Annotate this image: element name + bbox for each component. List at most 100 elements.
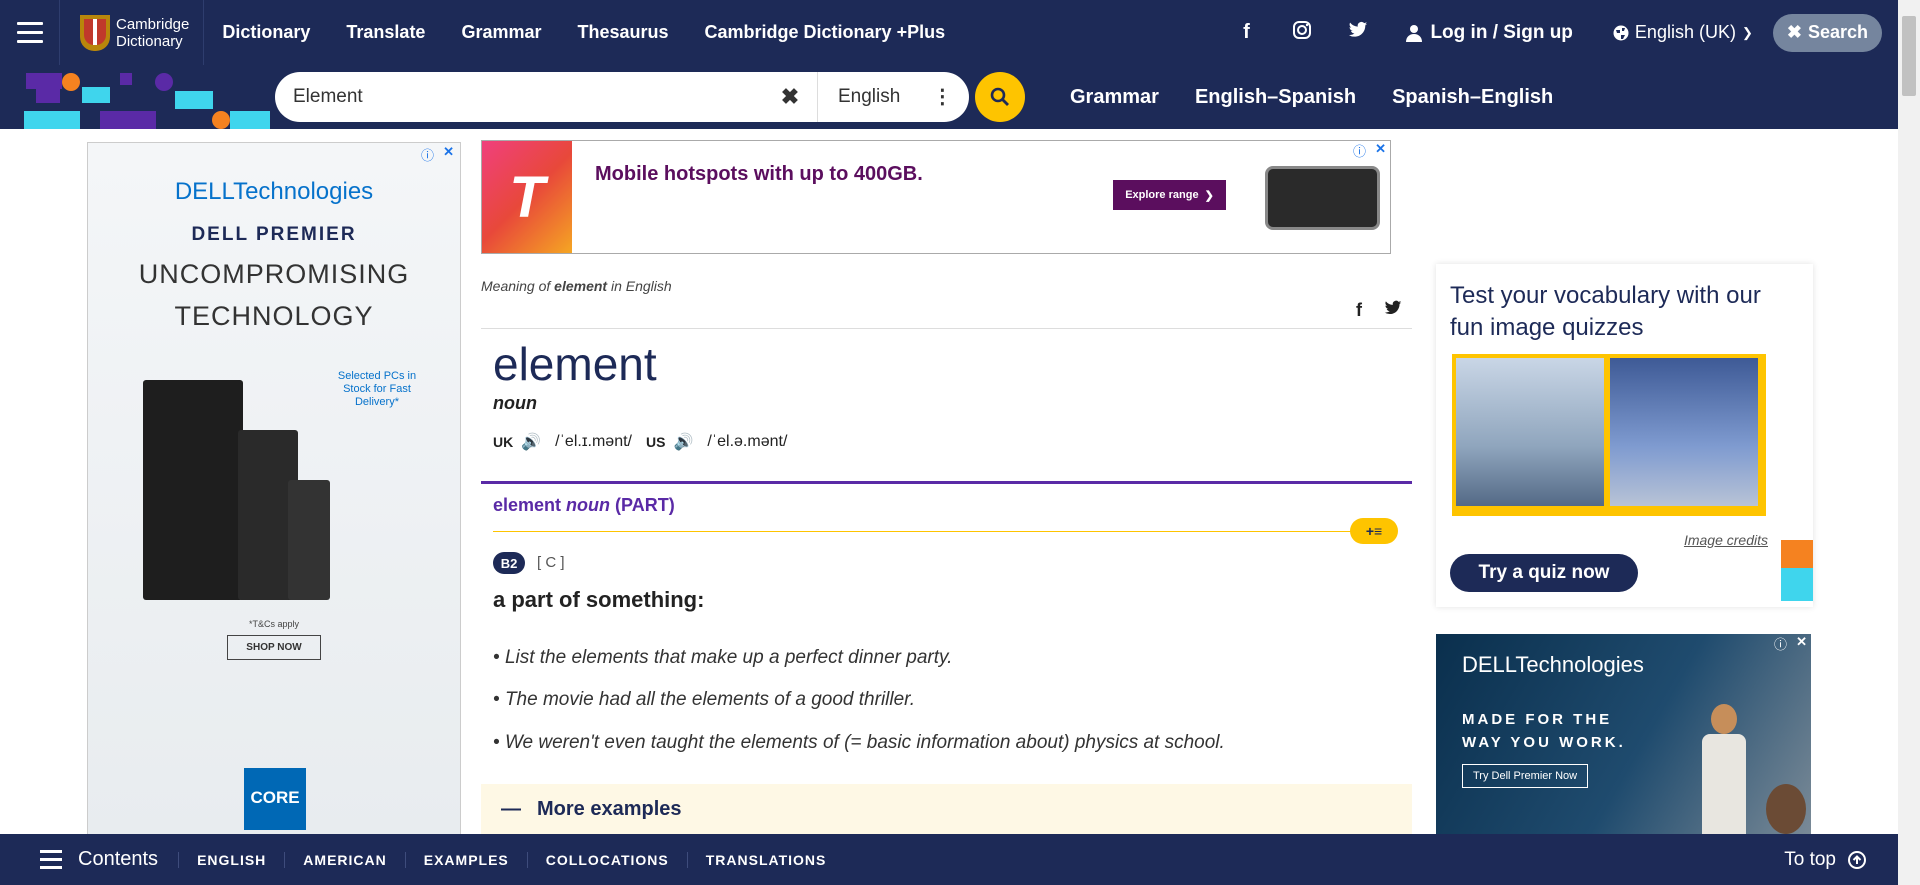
entry-divider	[481, 328, 1412, 329]
skyline-image	[1456, 358, 1604, 506]
language-selector[interactable]: English (UK) ❯	[1593, 22, 1773, 43]
part-of-speech: noun	[493, 393, 537, 413]
ad-top-text: Mobile hotspots with up to 400GB.	[595, 163, 923, 185]
ad-right-headline: MADE FOR THE WAY YOU WORK.	[1462, 711, 1626, 751]
link-english-spanish[interactable]: English–Spanish	[1177, 86, 1374, 109]
search-toggle-button[interactable]: ✖ Search	[1772, 13, 1882, 52]
quiz-title: Test your vocabulary with our fun image …	[1450, 282, 1761, 341]
nav-translate[interactable]: Translate	[328, 22, 443, 43]
nav-thesaurus[interactable]: Thesaurus	[560, 22, 687, 43]
bottom-bar: Contents ENGLISH AMERICAN EXAMPLES COLLO…	[0, 834, 1898, 885]
nav-grammar[interactable]: Grammar	[443, 22, 559, 43]
try-quiz-button[interactable]: Try a quiz now	[1450, 554, 1638, 592]
uk-ipa: /ˈel.ɪ.mənt/	[555, 433, 632, 450]
section-translations[interactable]: TRANSLATIONS	[686, 851, 845, 868]
more-examples-toggle[interactable]: — More examples	[481, 784, 1412, 834]
quiz-images[interactable]	[1452, 354, 1766, 516]
ad-close-icon[interactable]: ✕	[1375, 141, 1386, 157]
ad-close-icon[interactable]: ✕	[1796, 634, 1807, 650]
share-facebook-icon[interactable]: f	[1356, 300, 1362, 321]
top-navigation-bar: Cambridge Dictionary Dictionary Translat…	[0, 0, 1898, 65]
search-bar: ✖ English ⋮ Grammar English–Spanish Span…	[0, 65, 1898, 129]
quick-links: Grammar English–Spanish Spanish–English	[1052, 65, 1571, 129]
section-english[interactable]: ENGLISH	[178, 851, 284, 868]
menu-icon[interactable]	[0, 0, 60, 65]
dell-left-ad[interactable]: ⓘ ✕ DELLTechnologies DELL PREMIER UNCOMP…	[87, 142, 461, 834]
link-spanish-english[interactable]: Spanish–English	[1374, 86, 1571, 109]
user-icon	[1406, 24, 1423, 42]
dictionary-label: English	[838, 86, 901, 107]
search-box: ✖ English ⋮	[275, 72, 969, 122]
try-dell-premier-button[interactable]: Try Dell Premier Now	[1462, 764, 1589, 788]
grammar-code: [ C ]	[537, 554, 565, 571]
telstra-ad[interactable]: T Mobile hotspots with up to 400GB. Expl…	[481, 140, 1391, 254]
windmill-image	[1610, 358, 1758, 506]
nav-plus[interactable]: Cambridge Dictionary +Plus	[687, 22, 964, 43]
dell-logo: DELLTechnologies	[1462, 652, 1644, 677]
section-collocations[interactable]: COLLOCATIONS	[526, 851, 687, 868]
search-toggle-label: Search	[1807, 22, 1868, 42]
link-grammar[interactable]: Grammar	[1052, 86, 1177, 109]
chevron-down-icon: ❯	[1741, 24, 1753, 40]
arrow-up-icon	[1848, 850, 1866, 869]
ad-info-icon[interactable]: ⓘ	[1774, 634, 1787, 653]
example-sentence: • The movie had all the elements of a go…	[493, 689, 916, 710]
contents-label: Contents	[78, 848, 159, 870]
uk-speaker-icon[interactable]: 🔊	[521, 432, 541, 452]
sense-heading: element noun (PART)	[493, 495, 675, 515]
ad-tagline-2: TECHNOLOGY	[174, 301, 374, 331]
more-examples-label: More examples	[537, 797, 682, 820]
contents-menu[interactable]: Contents	[0, 848, 178, 871]
nav-dictionary[interactable]: Dictionary	[204, 22, 328, 43]
telstra-logo-icon: T	[482, 141, 572, 253]
level-badge: B2	[493, 552, 525, 574]
crest-icon	[80, 14, 110, 51]
login-label: Log in / Sign up	[1430, 21, 1573, 43]
to-top-button[interactable]: To top	[1784, 849, 1866, 871]
minus-icon: —	[501, 797, 521, 820]
dictionary-selector[interactable]: English ⋮	[817, 72, 952, 122]
search-button[interactable]	[975, 72, 1025, 122]
ad-shop-now-button[interactable]: SHOP NOW	[227, 635, 321, 660]
main-content: ⓘ ✕ DELLTechnologies DELL PREMIER UNCOMP…	[0, 129, 1898, 834]
scrollbar-thumb[interactable]	[1902, 16, 1916, 96]
explore-range-button[interactable]: Explore range ❯	[1113, 180, 1226, 210]
quiz-panel: Test your vocabulary with our fun image …	[1436, 264, 1813, 607]
share-twitter-icon[interactable]	[1384, 300, 1402, 321]
ad-tagline-1: UNCOMPROMISING	[138, 259, 410, 289]
sense-divider	[481, 481, 1412, 484]
cambridge-logo[interactable]: Cambridge Dictionary	[60, 0, 205, 65]
ad-headline: DELL PREMIER	[191, 224, 357, 245]
add-to-wordlist-button[interactable]: +≡	[1350, 518, 1398, 544]
twitter-icon[interactable]	[1330, 21, 1386, 45]
hotspot-device-image	[1265, 166, 1380, 230]
quiz-deco-cyan	[1781, 568, 1813, 601]
ad-info-icon[interactable]: ⓘ	[1353, 141, 1366, 160]
instagram-icon[interactable]	[1274, 20, 1330, 46]
uk-label: UK	[493, 434, 514, 450]
dell-right-ad[interactable]: ⓘ ✕ DELLTechnologies MADE FOR THE WAY YO…	[1436, 634, 1811, 834]
headword: element	[493, 338, 657, 390]
example-sentence: • We weren't even taught the elements of…	[493, 732, 1225, 753]
ad-info-icon[interactable]: ⓘ	[421, 145, 434, 164]
definition: a part of something:	[493, 587, 705, 612]
section-american[interactable]: AMERICAN	[284, 851, 404, 868]
section-links: ENGLISH AMERICAN EXAMPLES COLLOCATIONS T…	[178, 851, 845, 868]
language-label: English (UK)	[1634, 22, 1736, 42]
search-input[interactable]	[275, 72, 775, 122]
share-buttons: f	[1356, 300, 1402, 321]
section-examples[interactable]: EXAMPLES	[404, 851, 527, 868]
example-sentence: • List the elements that make up a perfe…	[493, 647, 953, 668]
close-icon: ✖	[1786, 22, 1802, 42]
us-label: US	[645, 434, 666, 450]
us-speaker-icon[interactable]: 🔊	[673, 432, 693, 452]
sense-underline	[493, 531, 1373, 532]
globe-icon	[1613, 25, 1629, 40]
intel-core-badge: CORE	[244, 768, 306, 830]
clear-icon[interactable]: ✖	[775, 84, 805, 110]
ad-close-icon[interactable]: ✕	[443, 144, 454, 160]
page-scrollbar[interactable]	[1898, 0, 1920, 885]
facebook-icon[interactable]: f	[1218, 21, 1274, 44]
login-link[interactable]: Log in / Sign up	[1386, 22, 1592, 44]
image-credits-link[interactable]: Image credits	[1684, 532, 1768, 548]
